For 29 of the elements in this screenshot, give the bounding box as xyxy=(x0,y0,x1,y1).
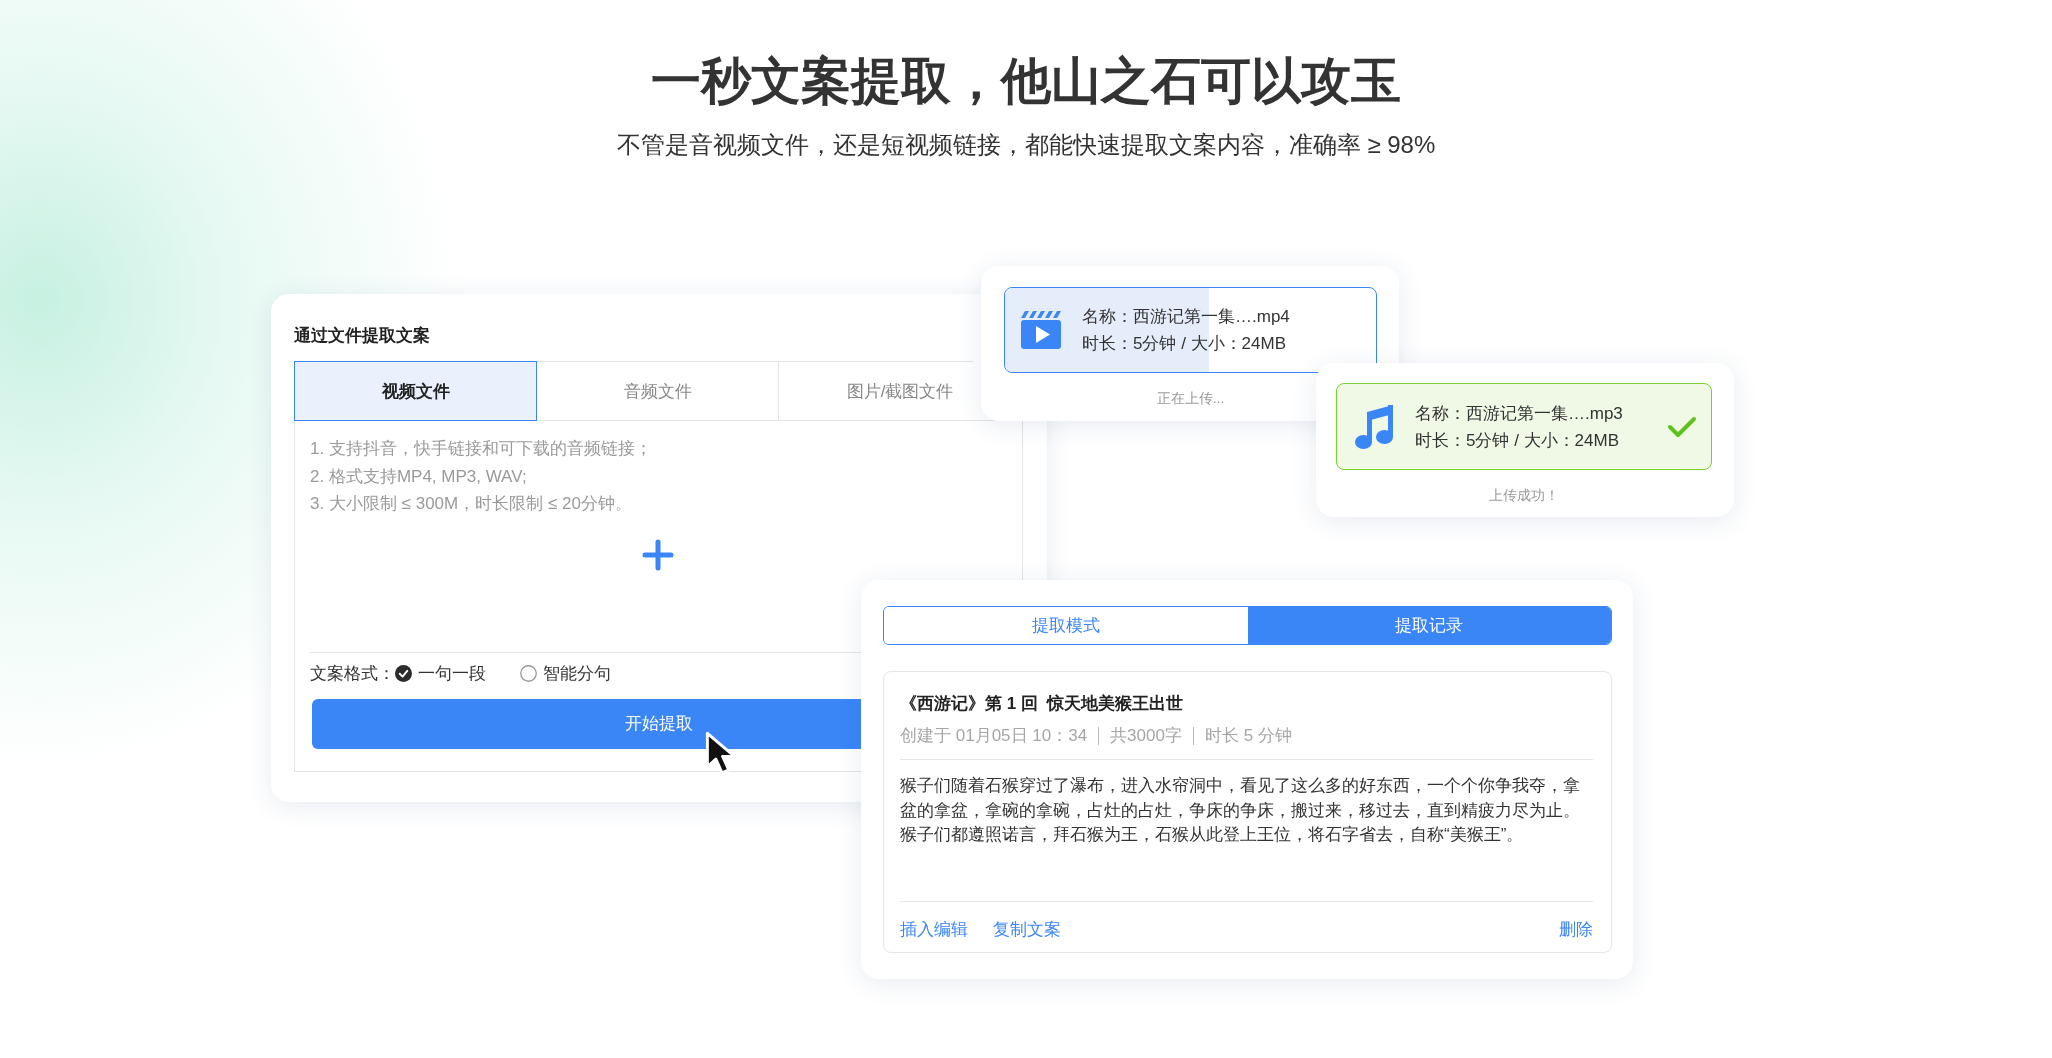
hint-text: 1. 支持抖音，快手链接和可下载的音频链接； xyxy=(310,438,653,460)
hint-text: 2. 格式支持MP4, MP3, WAV; xyxy=(310,465,528,488)
file-name: 名称：西游记第一集….mp4 xyxy=(1082,306,1291,328)
plus-icon[interactable] xyxy=(641,538,674,571)
music-note-icon xyxy=(1354,404,1396,449)
page-title: 一秒文案提取，他山之石可以攻玉 xyxy=(650,52,1402,111)
panel-heading: 通过文件提取文案 xyxy=(294,325,431,347)
option-label[interactable]: 一句一段 xyxy=(418,662,486,685)
option-label[interactable]: 智能分句 xyxy=(543,662,611,685)
radio-button[interactable] xyxy=(520,665,537,682)
upload-status: 正在上传... xyxy=(1155,389,1226,408)
radio-button[interactable] xyxy=(395,665,412,682)
hint-text: 3. 大小限制 ≤ 300M，时长限制 ≤ 20分钟。 xyxy=(310,493,633,515)
upload-status: 上传成功！ xyxy=(1488,486,1560,505)
record-text: 猴子们随着石猴穿过了瀑布，进入水帘洞中，看见了这么多的好东西，一个个你争我夺，拿盆的拿盆，拿碗的拿碗，占灶的占灶，争床的争床，搬过来，移过去，直到精疲力尽为止。猴子们都遵照诺言，拜石猴为王，石猴从此登上王位，将石字省去，自称“美猴王”。 xyxy=(900,775,1581,846)
record-meta: 时长 5 分钟 xyxy=(1192,727,1292,745)
record-meta: 共3000字 xyxy=(1098,727,1182,745)
file-info: 时长：5分钟 / 大小：24MB xyxy=(1415,429,1621,452)
action-link[interactable]: 插入编辑 xyxy=(900,918,968,942)
action-link[interactable]: 复制文案 xyxy=(993,918,1061,942)
format-label: 文案格式： xyxy=(310,663,395,685)
check-icon xyxy=(1667,415,1697,438)
page-subtitle: 不管是音视频文件，还是短视频链接，都能快速提取文案内容，准确率 ≥ 98% xyxy=(615,130,1437,160)
file-name: 名称：西游记第一集….mp3 xyxy=(1415,402,1624,425)
file-info: 时长：5分钟 / 大小：24MB xyxy=(1082,333,1288,355)
tab[interactable]: 视频文件 xyxy=(294,361,537,421)
delete-link[interactable]: 删除 xyxy=(1559,918,1593,942)
tab[interactable]: 提取记录 xyxy=(1247,607,1611,644)
clapperboard-icon xyxy=(1021,311,1061,349)
